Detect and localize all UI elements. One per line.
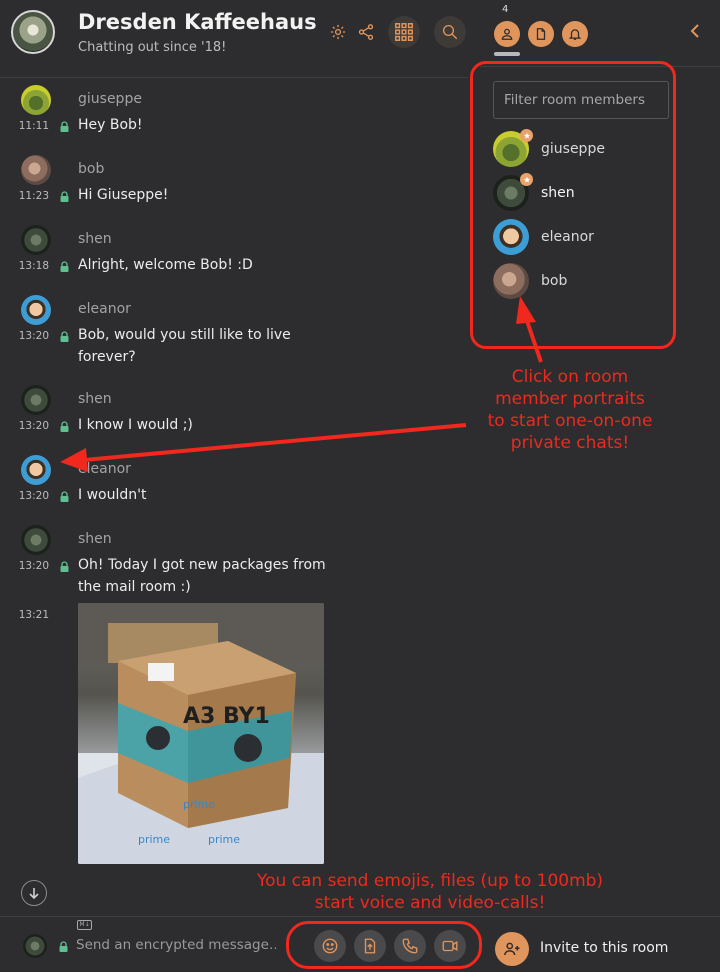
phone-icon bbox=[402, 938, 418, 954]
upload-file-icon bbox=[364, 938, 376, 954]
annotation-composer: You can send emojis, files (up to 100mb)… bbox=[256, 871, 604, 913]
add-user-icon bbox=[504, 942, 520, 956]
voice-call-button[interactable] bbox=[394, 930, 426, 962]
emoji-icon bbox=[322, 938, 338, 954]
composer-divider bbox=[0, 916, 720, 917]
invite-button[interactable] bbox=[495, 932, 529, 966]
annotation-arrows bbox=[60, 296, 543, 472]
lock-icon bbox=[59, 941, 68, 952]
emoji-button[interactable] bbox=[314, 930, 346, 962]
video-call-button[interactable] bbox=[434, 930, 466, 962]
upload-file-button[interactable] bbox=[354, 930, 386, 962]
invite-label[interactable]: Invite to this room bbox=[540, 940, 668, 956]
markdown-icon: M↓ bbox=[77, 920, 92, 930]
video-camera-icon bbox=[442, 940, 458, 952]
message-composer-input[interactable] bbox=[76, 930, 276, 960]
own-avatar bbox=[23, 934, 47, 958]
